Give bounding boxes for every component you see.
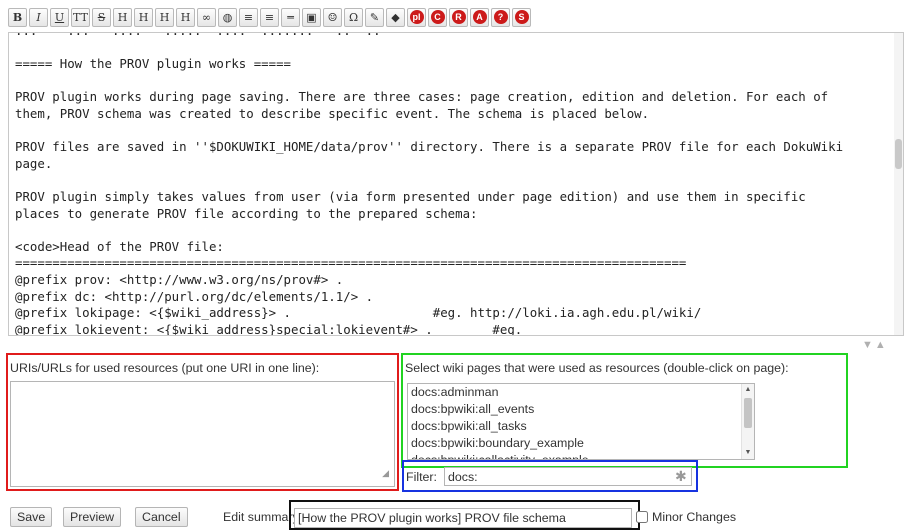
editor-line: ========================================… (15, 255, 687, 271)
editor-line: them, PROV schema was created to describ… (15, 105, 650, 121)
smileys-button[interactable]: ☺ (323, 7, 342, 27)
preview-button[interactable]: Preview (63, 507, 122, 527)
editor-line: <code>Head of the PROV file: (15, 238, 224, 254)
wiki-page-option[interactable]: docs:bpwiki:callactivity_example (408, 452, 754, 459)
internal-link-button[interactable]: ∞ (197, 7, 216, 27)
plugin-box-button[interactable]: ◆ (386, 7, 405, 27)
external-link-button[interactable]: ◍ (218, 7, 237, 27)
wiki-page-option[interactable]: docs:adminman (408, 384, 754, 401)
italic-button[interactable]: I (29, 7, 48, 27)
uri-resources-input[interactable] (10, 381, 395, 487)
a-plugin-button[interactable]: A (470, 7, 489, 27)
editor-scrollbar[interactable] (894, 33, 903, 335)
editor-line: PROV plugin simply takes values from use… (15, 188, 806, 204)
wiki-page-option[interactable]: docs:bpwiki:all_events (408, 401, 754, 418)
editor-resize-arrows[interactable]: ▼ ▲ (862, 339, 886, 351)
a-plugin-icon: A (472, 10, 487, 24)
filter-label: Filter: (406, 470, 437, 484)
edit-summary-input[interactable] (294, 508, 632, 528)
strikethrough-button[interactable]: S (92, 7, 111, 27)
minor-changes-label: Minor Changes (652, 510, 737, 524)
wiki-page-option[interactable]: docs:bpwiki:boundary_example (408, 435, 754, 452)
editor-line: PROV files are saved in ''$DOKUWIKI_HOME… (15, 139, 844, 155)
editor-content[interactable]: ... ... .... ..... .... ....... .. .. ===… (15, 33, 893, 336)
heading-higher-button[interactable]: H (155, 7, 174, 27)
r-plugin-icon: R (451, 10, 466, 24)
wiki-list-scroll-thumb[interactable] (744, 398, 752, 428)
c-plugin-button[interactable]: C (428, 7, 447, 27)
special-chars-button[interactable]: Ω (344, 7, 363, 27)
editor-line: page. (15, 155, 53, 171)
pl-plugin-button[interactable]: pl (407, 7, 426, 27)
bold-button[interactable]: B (8, 7, 27, 27)
ordered-list-button[interactable]: ≡ (239, 7, 258, 27)
s-plugin-icon: S (514, 10, 529, 24)
r-plugin-button[interactable]: R (449, 7, 468, 27)
question-plugin-icon: ? (493, 10, 508, 24)
insert-signature-button[interactable]: ✎ (365, 7, 384, 27)
editor-line: places to generate PROV file according t… (15, 205, 478, 221)
resize-grip-icon[interactable]: ◢ (382, 468, 389, 479)
heading-menu-button[interactable]: H (176, 7, 195, 27)
pl-plugin-icon: pl (409, 10, 424, 24)
underline-button[interactable]: U (50, 7, 69, 27)
filter-panel: Filter: ✱ (402, 460, 698, 492)
grow-icon[interactable]: ▲ (875, 339, 886, 351)
minor-changes-option[interactable]: Minor Changes (636, 510, 736, 524)
editor-line: ===== How the PROV plugin works ===== (15, 56, 292, 72)
minor-changes-checkbox[interactable] (636, 511, 648, 523)
unordered-list-button[interactable]: ≡ (260, 7, 279, 27)
c-plugin-icon: C (430, 10, 445, 24)
editor-line: ... ... .... ..... .... ....... .. .. (15, 33, 893, 40)
scroll-up-icon[interactable]: ▲ (742, 384, 754, 396)
save-button[interactable]: Save (10, 507, 53, 527)
wiki-pages-listbox[interactable]: docs:adminman docs:bpwiki:all_events docs:… (407, 383, 755, 460)
editor-line: @prefix prov: <http://www.w3.org/ns/prov… (15, 271, 344, 287)
question-plugin-button[interactable]: ? (491, 7, 510, 27)
editor-line: @prefix dc: <http://purl.org/dc/elements… (15, 288, 374, 304)
editor-line: @prefix lokipage: <{$wiki_address}> . #e… (15, 305, 702, 321)
horizontal-rule-button[interactable]: ═ (281, 7, 300, 27)
s-plugin-button[interactable]: S (512, 7, 531, 27)
wiki-page-option[interactable]: docs:bpwiki:all_tasks (408, 418, 754, 435)
wiki-text-editor[interactable]: ... ... .... ..... .... ....... .. .. ===… (8, 32, 904, 336)
shrink-icon[interactable]: ▼ (862, 339, 873, 351)
media-button[interactable]: ▣ (302, 7, 321, 27)
editor-line: PROV plugin works during page saving. Th… (15, 89, 829, 105)
wiki-pages-label: Select wiki pages that were used as reso… (405, 361, 789, 375)
edit-summary-label: Edit summary (223, 510, 299, 524)
uri-resources-label: URIs/URLs for used resources (put one UR… (10, 361, 320, 375)
wiki-list-scrollbar[interactable]: ▲ ▼ (741, 384, 754, 459)
cancel-button[interactable]: Cancel (135, 507, 188, 527)
uri-resources-panel: URIs/URLs for used resources (put one UR… (6, 353, 399, 491)
edit-summary-panel (289, 500, 640, 530)
clear-filter-icon[interactable]: ✱ (675, 468, 687, 485)
scroll-down-icon[interactable]: ▼ (742, 447, 754, 459)
heading-lower-button[interactable]: H (134, 7, 153, 27)
editor-toolbar: B I U TT S H H H H ∞ ◍ ≡ ≡ ═ ▣ ☺ Ω ✎ ◆ pl C R A? S (8, 6, 531, 28)
filter-input[interactable] (444, 467, 692, 486)
editor-scroll-thumb[interactable] (895, 139, 902, 169)
wiki-pages-panel: Select wiki pages that were used as reso… (401, 353, 848, 468)
monospace-button[interactable]: TT (71, 7, 90, 27)
heading-same-button[interactable]: H (113, 7, 132, 27)
editor-line: @prefix lokievent: <{$wiki_address}speci… (15, 321, 523, 336)
